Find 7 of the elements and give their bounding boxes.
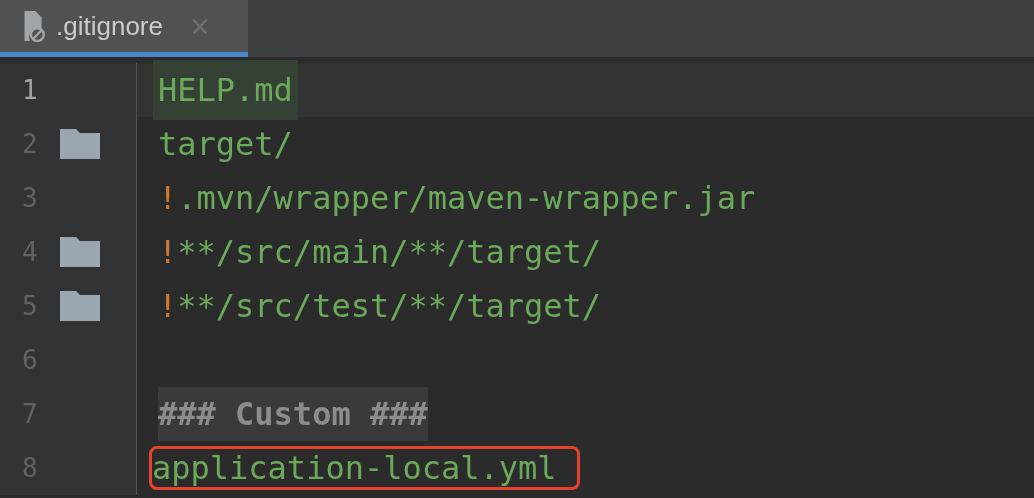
code-line: !**/src/test/**/target/ (157, 286, 603, 327)
code-line: !.mvn/wrapper/maven-wrapper.jar (157, 178, 757, 219)
file-tab[interactable]: .gitignore × (0, 0, 248, 57)
code-line: !**/src/main/**/target/ (157, 232, 603, 273)
code-line: target/ (157, 124, 294, 165)
tab-label: .gitignore (56, 10, 163, 42)
line-number: 1 (22, 75, 39, 105)
